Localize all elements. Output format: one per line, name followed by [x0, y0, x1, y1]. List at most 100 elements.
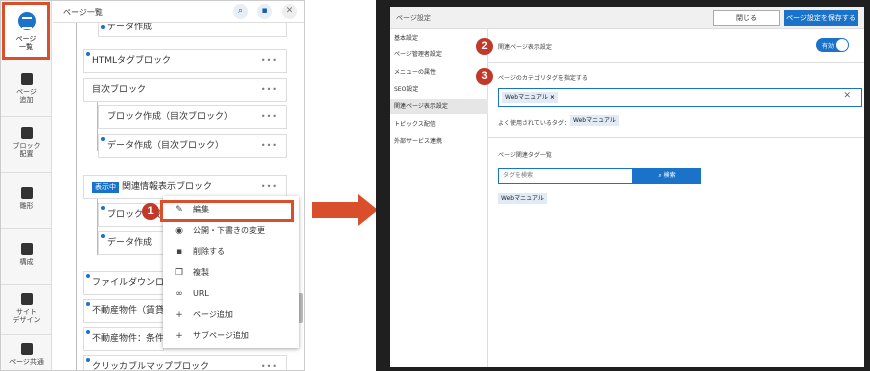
- remove-tag-icon[interactable]: ×: [550, 94, 555, 101]
- menu-label: サブページ追加: [193, 331, 249, 340]
- rail-item-page-list[interactable]: ページ 一覧: [2, 2, 50, 60]
- divider: [488, 137, 864, 138]
- sidebar-item[interactable]: トピックス配信: [390, 117, 488, 132]
- layers-icon: [20, 243, 33, 255]
- rail-item-design[interactable]: サイト デザイン: [1, 285, 52, 335]
- sidebar-item-active[interactable]: 関連ページ表示設定: [390, 99, 488, 114]
- arrow-right-icon: [312, 202, 360, 218]
- tree-node[interactable]: 不動産物件：条件: [83, 327, 164, 351]
- tag-input[interactable]: Webマニュアル × ✕: [498, 88, 862, 107]
- search-icon[interactable]: ⌕: [233, 4, 248, 19]
- tag-list-label: ページ関連タグ一覧: [498, 152, 552, 159]
- tree-node[interactable]: データ作成: [98, 23, 287, 37]
- toggle-label: 有効: [822, 43, 835, 50]
- rail-label: ページ共通: [9, 358, 44, 366]
- settings-title: ページ設定: [396, 14, 431, 22]
- more-icon[interactable]: •••: [261, 356, 278, 370]
- settings-header: ページ設定 閉じる ページ設定を保存する: [390, 7, 864, 29]
- sidebar-item[interactable]: 基本設定: [390, 31, 488, 46]
- tree-node[interactable]: 不動産物件（賃貸: [83, 299, 164, 323]
- toggle-knob: [836, 39, 848, 51]
- more-icon[interactable]: •••: [261, 135, 278, 157]
- related-toggle[interactable]: 有効: [816, 38, 849, 52]
- tree-node[interactable]: ファイルダウンロ: [83, 271, 164, 295]
- rail-label: 構成: [19, 258, 34, 266]
- block-icon: [20, 127, 33, 139]
- close-button[interactable]: 閉じる: [713, 10, 780, 26]
- highlight-box: [160, 200, 294, 222]
- menu-item-url[interactable]: ∞ URL: [163, 284, 299, 304]
- copy-icon: ❐: [174, 268, 184, 278]
- tree-title: ページ一覧: [63, 8, 103, 17]
- category-label: ページのカテゴリタグを指定する: [498, 75, 588, 82]
- trash-icon[interactable]: ▪: [257, 4, 272, 19]
- grid-icon: [20, 187, 33, 199]
- tree-node[interactable]: HTMLタグブロック •••: [83, 49, 287, 73]
- tree-node[interactable]: データ作成（目次ブロック） •••: [98, 134, 287, 158]
- rail-item-page-add[interactable]: ページ 追加: [1, 65, 52, 117]
- rail-label: 雛形: [19, 202, 34, 210]
- close-icon[interactable]: ✕: [282, 4, 297, 19]
- tag-chip: Webマニュアル ×: [502, 92, 558, 103]
- more-icon[interactable]: •••: [261, 79, 278, 101]
- menu-item-delete[interactable]: ▪ 削除する: [163, 242, 299, 262]
- left-rail: ページ 一覧 ページ 追加 ブロック 配置 雛形 構成 サイト デザイン ページ…: [1, 1, 52, 370]
- node-label: ファイルダウンロ: [92, 278, 164, 288]
- search-icon: ⌕: [658, 172, 662, 179]
- more-icon[interactable]: •••: [261, 176, 278, 198]
- menu-label: URL: [193, 289, 209, 298]
- settings-screenshot: ページ設定 閉じる ページ設定を保存する 基本設定 ページ管理者設定 メニューの…: [376, 0, 870, 371]
- step-marker-1: 1: [142, 203, 159, 220]
- tree-line: [76, 23, 77, 370]
- menu-item-duplicate[interactable]: ❐ 複製: [163, 263, 299, 283]
- node-label: クリッカブルマップブロック: [92, 362, 210, 371]
- tree-node[interactable]: データ作成: [98, 231, 164, 255]
- clear-icon[interactable]: ✕: [843, 91, 851, 101]
- more-icon[interactable]: •••: [261, 50, 278, 72]
- menu-item-add-page[interactable]: + ページ追加: [163, 305, 299, 325]
- menu-item-publish[interactable]: ◉ 公開・下書きの変更: [163, 221, 299, 241]
- search-button-label: 検索: [663, 172, 676, 179]
- frequent-tag[interactable]: Webマニュアル: [570, 115, 619, 126]
- status-dot: [101, 206, 105, 210]
- result-tag[interactable]: Webマニュアル: [498, 193, 547, 204]
- rail-label: サイト デザイン: [12, 308, 41, 324]
- status-dot: [86, 302, 90, 306]
- plus-icon: +: [175, 331, 183, 341]
- status-dot: [86, 358, 90, 362]
- rail-label: ページ 追加: [16, 88, 37, 104]
- save-button[interactable]: ページ設定を保存する: [784, 10, 858, 26]
- tree-node[interactable]: 目次ブロック •••: [83, 78, 287, 102]
- node-label: HTMLタグブロック: [92, 56, 172, 66]
- menu-label: 削除する: [193, 247, 225, 256]
- plus-icon: +: [175, 310, 183, 320]
- rail-item-template[interactable]: 雛形: [1, 173, 52, 229]
- sidebar-item[interactable]: ページ管理者設定: [390, 47, 488, 62]
- rail-label: ページ 一覧: [15, 35, 37, 51]
- rail-item-block[interactable]: ブロック 配置: [1, 117, 52, 173]
- rail-item-common[interactable]: ページ共通: [1, 335, 52, 370]
- more-icon[interactable]: •••: [261, 106, 278, 128]
- status-dot: [86, 330, 90, 334]
- node-label: 不動産物件（賃貸: [92, 306, 164, 316]
- node-label: データ作成: [107, 23, 153, 32]
- eye-icon: ◉: [175, 226, 183, 236]
- node-label: 不動産物件：条件: [92, 334, 164, 344]
- settings-window: ページ設定 閉じる ページ設定を保存する 基本設定 ページ管理者設定 メニューの…: [390, 7, 864, 367]
- search-button[interactable]: ⌕ 検索: [633, 168, 701, 184]
- status-dot: [101, 234, 105, 238]
- sidebar-item[interactable]: 外部サービス連携: [390, 134, 488, 149]
- tag-search-input[interactable]: タグを検索: [498, 168, 633, 184]
- related-label: 関連ページ表示設定: [498, 44, 552, 51]
- arrow-head-icon: [358, 194, 378, 226]
- status-badge: 表示中: [92, 182, 119, 193]
- divider: [488, 62, 864, 63]
- menu-item-add-subpage[interactable]: + サブページ追加: [163, 326, 299, 346]
- menu-label: 複製: [193, 268, 209, 277]
- rail-item-structure[interactable]: 構成: [1, 229, 52, 285]
- tree-node[interactable]: クリッカブルマップブロック •••: [83, 355, 287, 371]
- sidebar-item[interactable]: SEO設定: [390, 82, 488, 97]
- sidebar-item[interactable]: メニューの属性: [390, 65, 488, 80]
- tree-node[interactable]: ブロック作成（目次ブロック） •••: [98, 105, 287, 129]
- tree-header: ページ一覧 ⌕ ▪ ✕: [53, 1, 304, 23]
